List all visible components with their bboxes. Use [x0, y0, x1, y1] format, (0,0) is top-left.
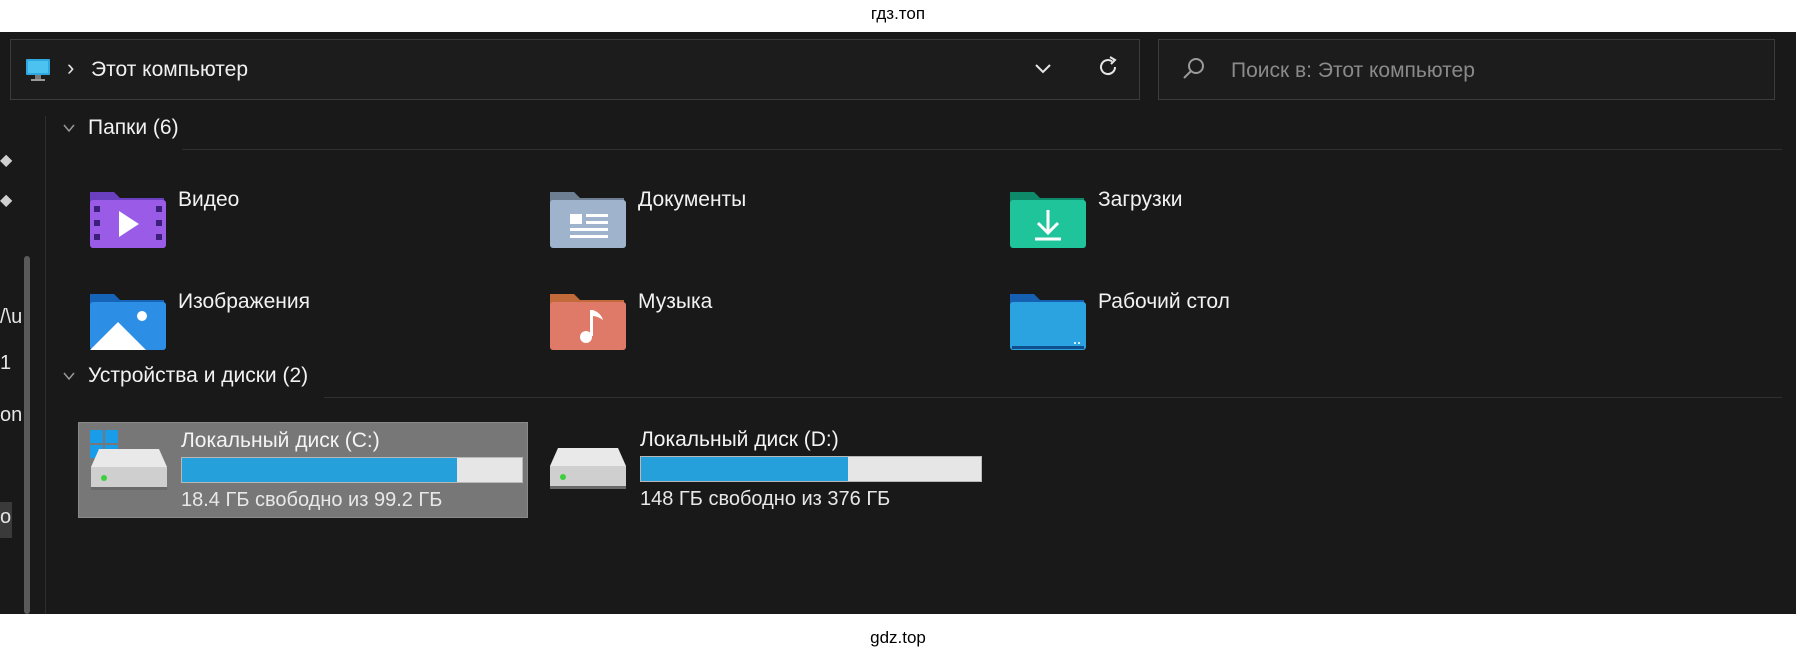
folder-name: Рабочий стол	[1098, 290, 1230, 313]
drive-usage-bar	[181, 457, 523, 483]
desktop-folder-icon	[1010, 294, 1086, 350]
nav-item-fragment[interactable]: on	[0, 404, 22, 427]
pin-icon: ◆	[0, 192, 13, 209]
folder-item-pictures[interactable]: Изображения	[88, 288, 528, 358]
chevron-down-icon[interactable]	[62, 121, 76, 135]
watermark-top: гдз.топ	[870, 4, 926, 23]
pictures-folder-icon	[90, 294, 166, 350]
drive-item-d[interactable]: Локальный диск (D:) 148 ГБ свободно из 3…	[538, 422, 988, 518]
folder-item-music[interactable]: Музыка	[548, 288, 988, 358]
breadcrumb-separator: ›	[67, 55, 75, 80]
folder-name: Загрузки	[1098, 188, 1183, 211]
search-placeholder: Поиск в: Этот компьютер	[1231, 59, 1475, 82]
address-bar[interactable]: › Этот компьютер	[10, 39, 1140, 100]
drive-name: Локальный диск (D:)	[640, 428, 839, 451]
nav-item-fragment[interactable]: /\u	[0, 306, 22, 329]
folder-item-documents[interactable]: Документы	[548, 186, 988, 256]
group-title: Устройства и диски (2)	[88, 364, 309, 387]
computer-icon	[25, 58, 51, 87]
downloads-folder-icon	[1010, 192, 1086, 248]
refresh-icon[interactable]	[1095, 54, 1121, 85]
chevron-down-icon[interactable]	[62, 369, 76, 383]
folder-item-desktop[interactable]: Рабочий стол	[1008, 288, 1448, 358]
drive-usage-fill	[641, 457, 849, 481]
music-folder-icon	[550, 294, 626, 350]
folder-item-downloads[interactable]: Загрузки	[1008, 186, 1448, 256]
drive-usage-bar	[640, 456, 982, 482]
folder-name: Документы	[638, 188, 747, 211]
search-box[interactable]: Поиск в: Этот компьютер	[1158, 39, 1775, 100]
group-divider	[324, 397, 1782, 398]
folder-name: Изображения	[178, 290, 310, 313]
chevron-down-icon[interactable]	[1031, 56, 1055, 85]
drive-free-space: 148 ГБ свободно из 376 ГБ	[640, 488, 891, 510]
hard-drive-icon	[89, 447, 169, 496]
nav-scrollbar[interactable]	[24, 256, 30, 614]
group-title: Папки (6)	[88, 116, 179, 139]
pin-icon: ◆	[0, 152, 13, 169]
drive-free-space: 18.4 ГБ свободно из 99.2 ГБ	[181, 489, 443, 511]
folder-name: Музыка	[638, 290, 713, 313]
hard-drive-icon	[548, 446, 628, 495]
search-icon	[1181, 56, 1207, 87]
nav-item-fragment[interactable]: 1	[0, 352, 11, 375]
drive-item-c[interactable]: Локальный диск (C:) 18.4 ГБ свободно из …	[78, 422, 528, 518]
folders-group-header[interactable]: Папки (6)	[62, 114, 179, 142]
folder-item-videos[interactable]: Видео	[88, 186, 528, 256]
devices-group-header[interactable]: Устройства и диски (2)	[62, 362, 308, 390]
videos-folder-icon	[90, 192, 166, 248]
navigation-pane-edge: ◆ ◆ /\u 1 on o	[0, 116, 48, 614]
pane-divider[interactable]	[45, 116, 46, 614]
documents-folder-icon	[550, 192, 626, 248]
drive-usage-fill	[182, 458, 458, 482]
folder-name: Видео	[178, 188, 240, 211]
file-explorer-window: › Этот компьютер Поиск в: Этот компьютер…	[0, 32, 1796, 614]
nav-item-fragment[interactable]: o	[0, 506, 11, 529]
group-divider	[182, 149, 1782, 150]
watermark-bottom: gdz.top	[870, 628, 926, 647]
drive-name: Локальный диск (C:)	[181, 429, 380, 452]
breadcrumb-location[interactable]: Этот компьютер	[91, 58, 248, 82]
